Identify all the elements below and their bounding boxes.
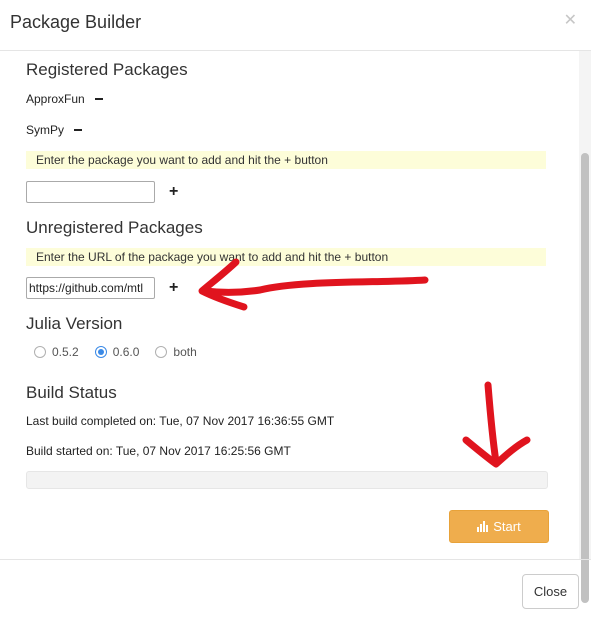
package-name: ApproxFun [26,92,85,106]
julia-version-option-both[interactable]: both [155,345,197,359]
radio-label: 0.6.0 [112,345,140,359]
start-button-label: Start [493,519,521,534]
bar-chart-icon [477,521,489,532]
julia-version-radio-group: 0.5.2 0.6.0 both [34,345,213,359]
radio-button[interactable] [155,346,168,358]
start-button[interactable]: Start [449,510,549,543]
registered-packages-title: Registered Packages [26,60,188,79]
add-registered-package-button[interactable]: + [169,183,178,201]
unregistered-packages-title: Unregistered Packages [26,218,203,237]
registered-hint: Enter the package you want to add and hi… [26,151,546,169]
scrollbar[interactable] [579,51,591,603]
julia-version-option-060[interactable]: 0.6.0 [94,345,140,359]
close-icon[interactable]: ✕ [564,10,577,30]
remove-package-button[interactable] [94,98,103,100]
registered-package-item: SymPy [26,123,83,137]
package-name: SymPy [26,123,65,137]
dialog-title: Package Builder [10,12,142,32]
registered-package-item: ApproxFun [26,92,103,106]
dialog-header: Package Builder ✕ [0,0,591,51]
package-builder-dialog: Package Builder ✕ Registered Packages Ap… [0,0,591,620]
radio-label: both [173,345,197,359]
remove-package-button[interactable] [74,129,83,131]
add-unregistered-package-button[interactable]: + [169,279,178,297]
scrollbar-thumb[interactable] [581,153,589,603]
unregistered-hint: Enter the URL of the package you want to… [26,248,546,266]
radio-button-selected[interactable] [94,346,107,358]
julia-version-title: Julia Version [26,314,123,333]
julia-version-option-052[interactable]: 0.5.2 [34,345,79,359]
radio-label: 0.5.2 [52,345,79,359]
registered-package-input[interactable] [26,181,155,203]
dialog-footer [0,559,591,621]
unregistered-url-input[interactable] [26,277,155,299]
radio-button[interactable] [34,346,46,358]
build-status-title: Build Status [26,383,117,402]
build-started-text: Build started on: Tue, 07 Nov 2017 16:25… [26,444,291,458]
last-build-completed-text: Last build completed on: Tue, 07 Nov 201… [26,414,335,428]
close-button[interactable]: Close [522,574,579,609]
build-progress-bar [26,471,548,489]
